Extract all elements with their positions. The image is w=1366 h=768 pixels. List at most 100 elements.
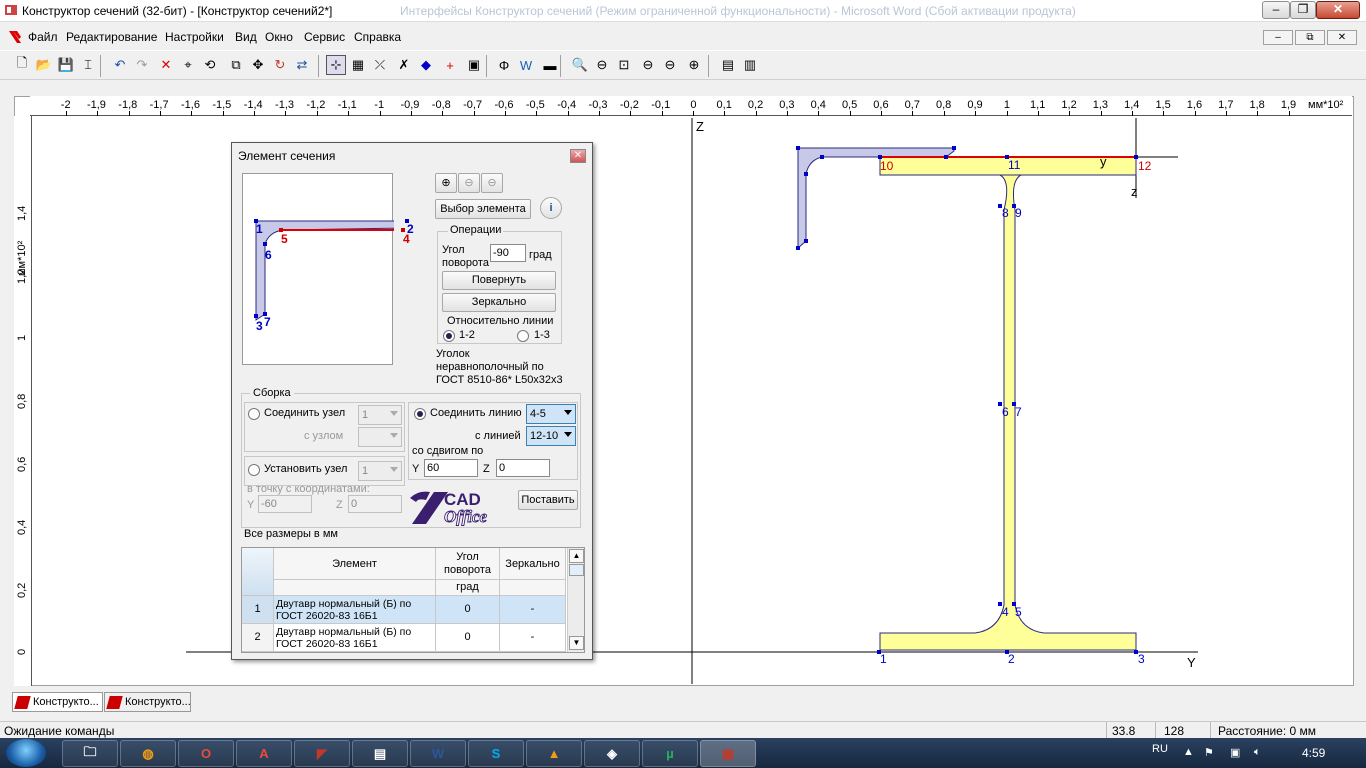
save-icon[interactable]: 💾 [56,55,76,75]
shift-y-input[interactable] [424,459,478,477]
node-marker[interactable] [1005,650,1009,654]
tray-action-center-icon[interactable]: ⚑ [1204,746,1214,759]
mdi-close-button[interactable]: ✕ [1327,30,1357,45]
archive-icon[interactable]: ▤ [352,740,408,767]
mirror-button[interactable]: Зеркально [442,293,556,312]
rotate-button[interactable]: Повернуть [442,271,556,290]
zoom-previous-icon[interactable]: ⊖ [638,55,658,75]
word-icon[interactable]: W [410,740,466,767]
info-button[interactable]: i [540,197,562,219]
network-icon[interactable]: ◈ [584,740,640,767]
zoom-in-icon[interactable]: 🔍 [570,55,590,75]
join-line-select[interactable]: 4-5 [526,404,576,424]
zoom-window-icon[interactable]: ⊡ [614,55,634,75]
mdi-restore-button[interactable]: ⧉ [1295,30,1325,45]
node-marker[interactable] [804,172,808,176]
delete-node-icon[interactable]: ✗ [394,55,414,75]
join-line-radio[interactable] [414,408,426,420]
angle-input[interactable] [490,244,526,262]
node-marker[interactable] [1012,402,1016,406]
menu-window[interactable]: Окно [265,30,293,44]
row-number[interactable]: 2 [242,624,274,652]
dimension-icon[interactable]: ⤫ [370,55,390,75]
mirror-icon[interactable]: ⇄ [292,55,312,75]
node-marker[interactable] [998,402,1002,406]
node-marker[interactable] [878,155,882,159]
rotate-group-icon[interactable]: ⟲ [200,55,220,75]
dialog-close-button[interactable]: ✕ [570,149,586,163]
stress-icon[interactable]: Φ [494,55,514,75]
close-button[interactable]: ✕ [1316,1,1360,19]
vlc-icon[interactable]: ▲ [526,740,582,767]
tab-constructor-1[interactable]: Конструкто... [12,692,103,712]
line-12-radio[interactable] [443,330,455,342]
table-scrollbar[interactable]: ▲ ▼ [567,548,584,652]
place-button[interactable]: Поставить [518,490,578,510]
word-report-icon[interactable]: W [516,55,536,75]
node-marker[interactable] [804,239,808,243]
row-angle[interactable]: 0 [436,624,500,652]
menu-file[interactable]: Файл [28,30,58,44]
zoom-in-button[interactable]: ⊕ [435,173,457,193]
zoom-all-icon[interactable]: ⊕ [684,55,704,75]
menu-help[interactable]: Справка [354,30,401,44]
maximize-button[interactable]: ❐ [1290,1,1316,19]
drawing-canvas[interactable] [14,96,1354,686]
node-marker[interactable] [1005,155,1009,159]
join-node-radio[interactable] [248,408,260,420]
scad-icon[interactable]: ◤ [294,740,350,767]
properties-icon[interactable]: ⌶ [78,55,98,75]
shift-z-input[interactable] [496,459,550,477]
zoom-out-button[interactable]: ⊖ [458,173,480,193]
select-element-button[interactable]: Выбор элемента [435,199,531,219]
move-icon[interactable]: ✥ [248,55,268,75]
row-element[interactable]: Двутавр нормальный (Б) по ГОСТ 26020-83 … [274,596,436,624]
add-element-icon[interactable]: + [440,55,460,75]
tray-network-icon[interactable]: ▣ [1230,746,1240,759]
calculate-icon[interactable]: ▤ [718,55,738,75]
redo-icon[interactable]: ↷ [132,55,152,75]
rotate-icon[interactable]: ↻ [270,55,290,75]
tab-constructor-2[interactable]: Конструкто... [104,692,191,712]
folder-icon[interactable]: 🗀 [62,740,118,767]
node-marker[interactable] [877,650,881,654]
row-angle[interactable]: 0 [436,596,500,624]
with-line-select[interactable]: 12-10 [526,426,576,446]
node-icon[interactable]: ⌖ [178,55,198,75]
point-icon[interactable]: ◆ [416,55,436,75]
node-marker[interactable] [1012,204,1016,208]
row-mirror[interactable]: - [500,596,566,624]
mdi-minimize-button[interactable]: – [1263,30,1293,45]
node-marker[interactable] [796,146,800,150]
start-button[interactable] [6,739,46,767]
language-indicator[interactable]: RU [1152,743,1168,755]
document-icon[interactable] [8,30,22,44]
open-icon[interactable]: 📂 [34,55,54,75]
node-marker[interactable] [820,155,824,159]
set-node-select[interactable]: 1 [358,461,402,481]
grid-icon[interactable]: ▦ [348,55,368,75]
zoom-out-icon[interactable]: ⊖ [592,55,612,75]
acrobat-icon[interactable]: A [236,740,292,767]
menu-edit[interactable]: Редактирование [66,30,157,44]
line-13-radio[interactable] [517,330,529,342]
tray-volume-icon[interactable]: 🔈︎ [1254,746,1261,759]
with-node-select[interactable] [358,427,402,447]
node-marker[interactable] [952,146,956,150]
node-marker[interactable] [998,602,1002,606]
row-element[interactable]: Двутавр нормальный (Б) по ГОСТ 26020-83 … [274,624,436,652]
node-marker[interactable] [944,155,948,159]
node-marker[interactable] [1012,602,1016,606]
firefox-icon[interactable]: ◍ [120,740,176,767]
set-node-radio[interactable] [248,464,260,476]
results-icon[interactable]: ▥ [740,55,760,75]
new-icon[interactable]: 🗋 [12,55,32,75]
undo-icon[interactable]: ↶ [110,55,130,75]
row-number[interactable]: 1 [242,596,274,624]
palette-icon[interactable]: ▬ [540,55,560,75]
node-marker[interactable] [998,204,1002,208]
constructor-icon[interactable]: ▣ [700,740,756,767]
delete-icon[interactable]: ✕ [156,55,176,75]
node-marker[interactable] [796,246,800,250]
join-node-select[interactable]: 1 [358,405,402,425]
